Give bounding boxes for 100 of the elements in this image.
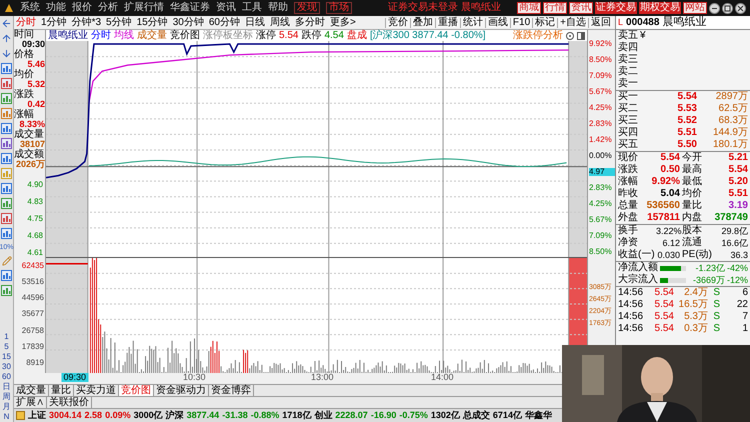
info-label: 均价 — [14, 70, 35, 80]
chart-legend-label: 盘成 — [346, 30, 367, 40]
header-link[interactable]: 证券交易 — [595, 2, 637, 14]
flow-label: 净流入额 — [618, 263, 658, 273]
indicator-tab[interactable]: 竞价图 — [119, 385, 154, 396]
stat-label: 外盘 — [618, 213, 639, 223]
header-link[interactable]: 期权交易 — [639, 2, 681, 14]
menu-item[interactable]: 帮助 — [268, 3, 288, 13]
toolbar-button[interactable]: 画线 — [484, 18, 510, 28]
period-tab[interactable]: 周线 — [270, 18, 290, 28]
chart-legend-label: 5.54 — [279, 30, 298, 40]
toolbar-button[interactable]: F10 — [510, 18, 532, 28]
status-item: 1302亿 — [430, 411, 460, 420]
period-shortcut[interactable]: 周 — [2, 392, 10, 402]
toolbar-button[interactable]: 返回 — [588, 18, 613, 28]
status-item: 3004.14 — [49, 411, 82, 420]
status-item: 2.58 — [84, 411, 102, 420]
menu-item[interactable]: 报价 — [72, 3, 92, 13]
period-tab[interactable]: 日线 — [244, 18, 265, 28]
percent-axis-label: 4.25% — [589, 104, 613, 112]
period-tab[interactable]: 30分钟 — [172, 18, 204, 28]
stat-label: 净资 — [618, 238, 639, 248]
period-shortcut[interactable]: 月 — [2, 402, 10, 412]
period-shortcut[interactable]: 15 — [2, 352, 11, 362]
stat-value: 378749 — [714, 213, 748, 223]
menu-item[interactable]: 功能 — [46, 3, 66, 13]
limit-analysis-link[interactable]: 涨跌停分析 — [513, 30, 563, 40]
volume-axis-label: 26758 — [22, 326, 44, 335]
time-axis-label: 10:30 — [182, 373, 207, 382]
flow-value: -3669万 — [692, 276, 725, 284]
info-value: 0.42 — [26, 100, 45, 109]
status-item: -16.90 — [370, 411, 396, 420]
stat-value: 5.04 — [660, 189, 680, 199]
info-label: 成交量 — [14, 130, 45, 140]
status-item: 3877.44 — [186, 411, 220, 420]
toolbar-button[interactable]: 重播 — [434, 18, 460, 28]
price-axis-label: 4.68 — [27, 232, 43, 240]
header-link[interactable]: 行情 — [543, 2, 567, 14]
stat-value: 16.6亿 — [720, 238, 748, 248]
period-shortcut[interactable]: 5 — [4, 342, 9, 352]
stat-value: 6.12 — [661, 238, 680, 248]
stat-value: 9.92% — [650, 177, 680, 187]
toolbar-button[interactable]: +自选 — [557, 18, 588, 28]
currency-mark: ¥ — [640, 31, 646, 41]
order-level-label: 买五 — [618, 140, 639, 150]
toolbar-button[interactable]: 竞价 — [384, 18, 410, 28]
period-shortcut[interactable]: 30 — [2, 362, 11, 372]
period-shortcut[interactable]: N — [4, 412, 10, 422]
info-label: 成交额 — [14, 150, 45, 160]
chart-legend-label: 分时 — [91, 30, 111, 40]
trade-volume: 0.3万 — [683, 324, 708, 334]
toolbar-button[interactable]: 标记 — [532, 18, 558, 28]
period-tab[interactable]: 多分时 — [294, 18, 325, 28]
period-tab[interactable]: 5分钟 — [106, 18, 132, 28]
period-shortcut[interactable]: 日 — [2, 382, 10, 392]
status-item: -0.75% — [399, 411, 428, 420]
status-item: 华鑫华 — [524, 411, 552, 420]
info-label: 涨幅 — [14, 110, 35, 120]
menu-item[interactable]: 资讯 — [216, 3, 236, 13]
chart-legend-label: 跌停 — [301, 30, 322, 40]
flow-value: -1.23亿 — [694, 264, 725, 272]
bid-price: 5.53 — [676, 104, 697, 114]
period-tab[interactable]: 1分钟 — [41, 18, 67, 28]
menu-item[interactable]: 扩展行情 — [124, 3, 164, 13]
period-shortcut[interactable]: 60 — [2, 372, 11, 382]
order-level-label: 卖二 — [618, 67, 638, 77]
period-tab[interactable]: 更多> — [330, 18, 356, 28]
percent-axis-label: 7.09% — [589, 232, 613, 240]
info-label: 价格 — [14, 50, 35, 60]
stat-label: PE(动) — [681, 250, 713, 260]
period-tab[interactable]: 分钟*3 — [72, 18, 102, 28]
menu-item[interactable]: 华鑫证券 — [170, 3, 210, 13]
status-item: 0.09% — [105, 411, 131, 420]
menu-item[interactable]: 系统 — [20, 3, 40, 13]
menu-item[interactable]: 工具 — [242, 3, 262, 13]
info-value: 5.32 — [27, 80, 45, 89]
volume-axis-label: 17839 — [22, 342, 44, 351]
toolbar-button[interactable]: 叠加 — [410, 18, 435, 28]
period-tab[interactable]: 60分钟 — [208, 18, 240, 28]
stat-label: 均价 — [681, 189, 703, 199]
menu-item[interactable]: 发现 — [294, 2, 320, 14]
trade-time: 14:56 — [618, 312, 644, 322]
stat-value: 157811 — [646, 213, 680, 223]
flow-percent: -42% — [726, 264, 748, 272]
period-tab[interactable]: 分时 — [16, 18, 36, 28]
menu-item[interactable]: 市场 — [326, 2, 352, 14]
bid-volume: 2897万 — [714, 92, 748, 102]
period-tab[interactable]: 15分钟 — [136, 18, 168, 28]
stat-label: 涨幅 — [618, 177, 639, 187]
market-tag: L — [618, 18, 624, 27]
stat-value: 5.20 — [728, 177, 748, 187]
menu-item[interactable]: 分析 — [98, 3, 118, 13]
stat-value: 0.50 — [660, 165, 680, 175]
info-value: 09:30 — [20, 40, 45, 49]
percent-axis-label: 7.09% — [589, 72, 613, 80]
stat-label: 最低 — [681, 177, 703, 187]
chart-legend-label: 晨鸣纸业 — [48, 30, 88, 40]
percent-axis-label: 2.83% — [589, 120, 613, 128]
period-shortcut[interactable]: 1 — [4, 332, 9, 342]
toolbar-button[interactable]: 统计 — [460, 18, 485, 28]
